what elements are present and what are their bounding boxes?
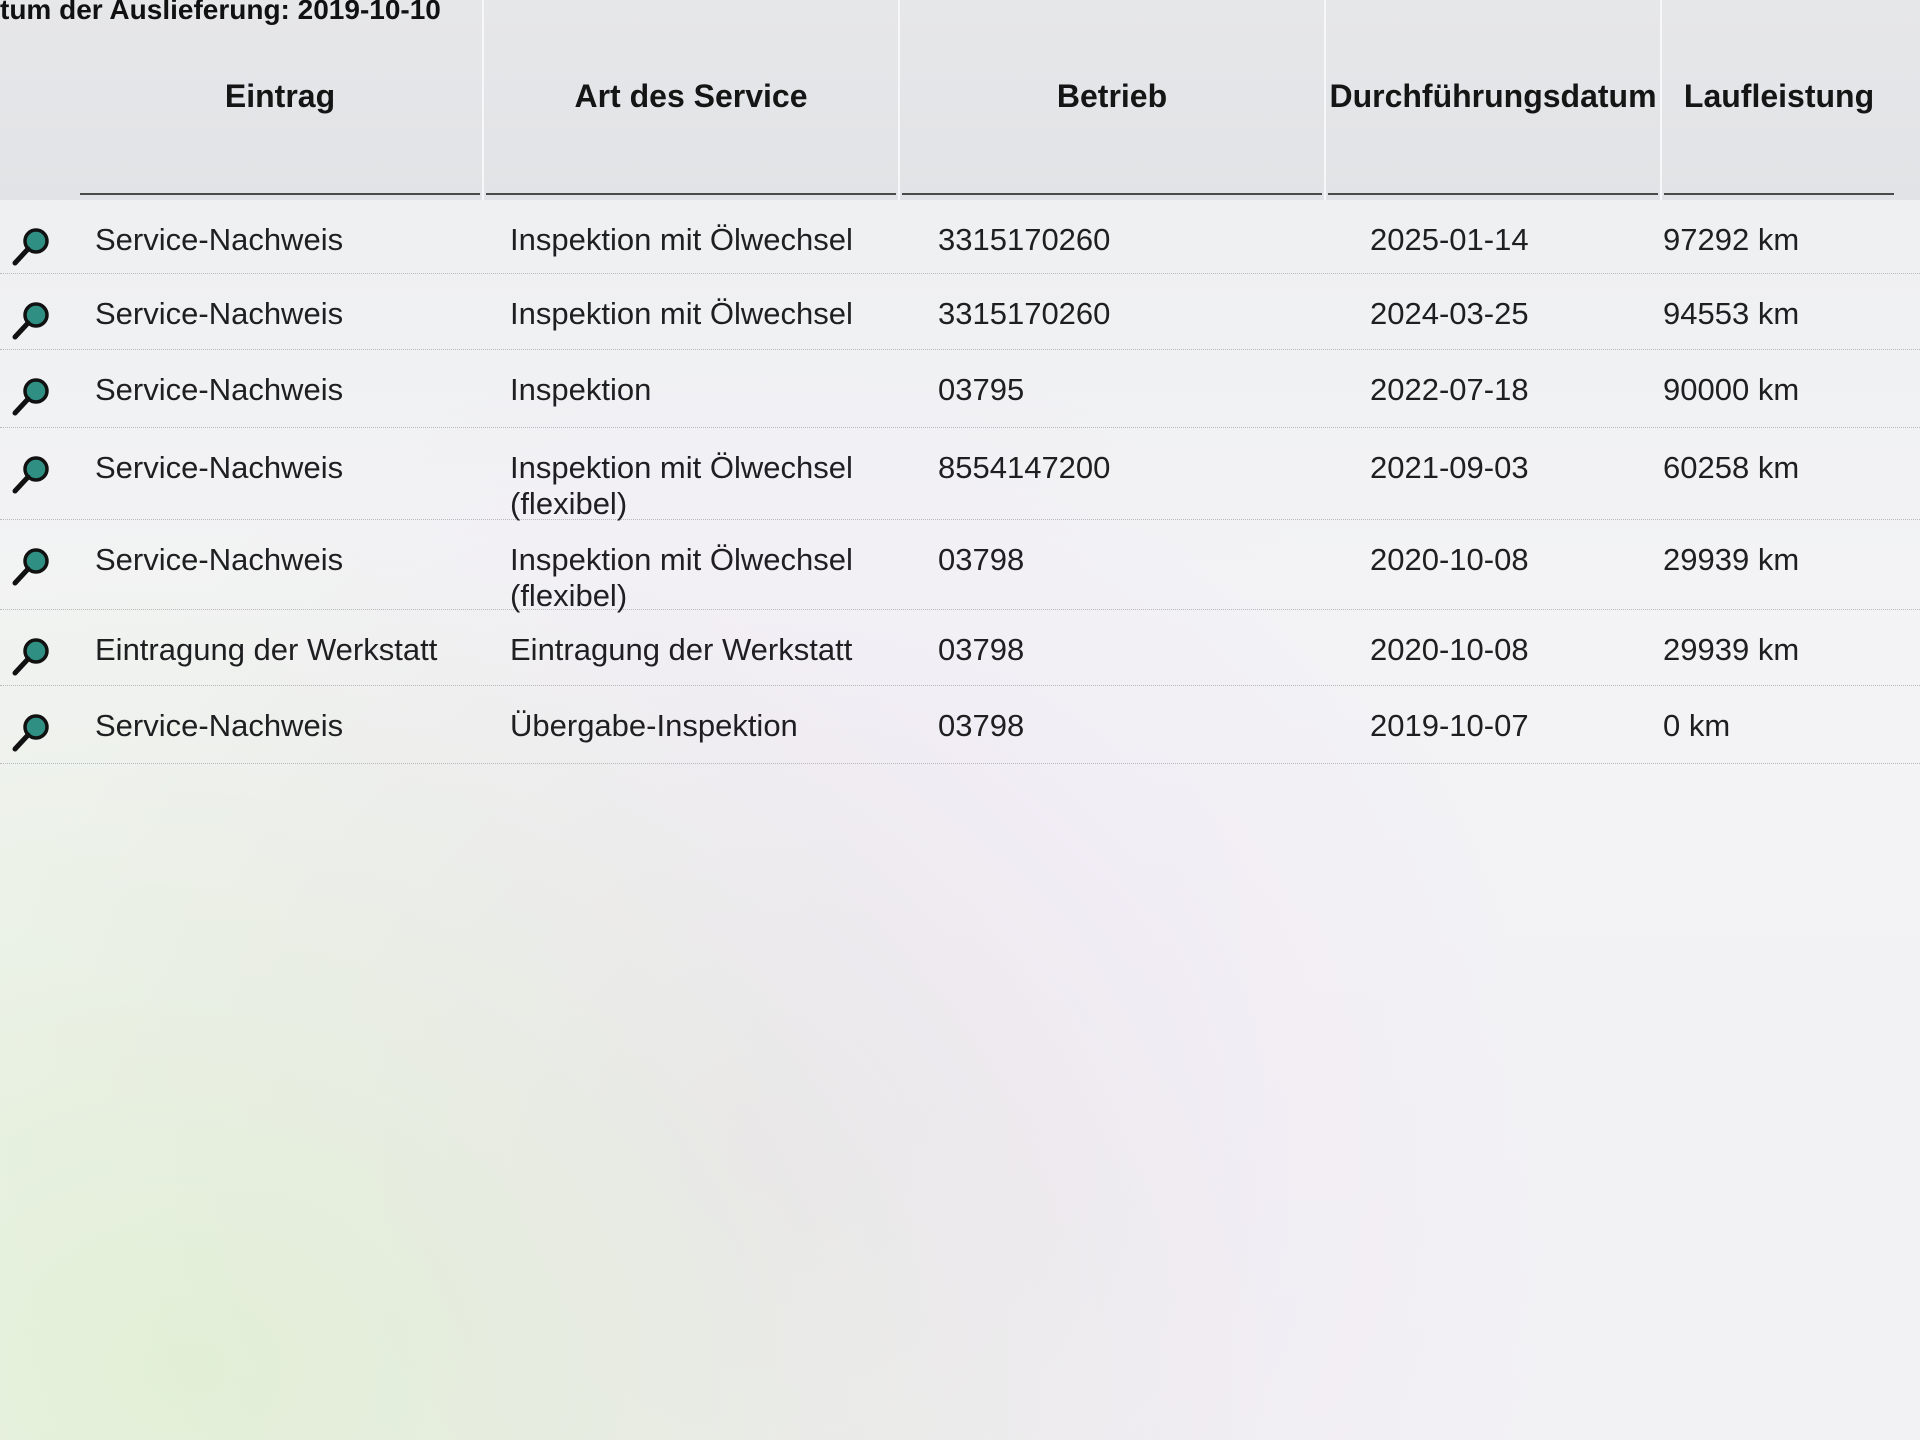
magnifier-icon[interactable]: [10, 710, 54, 754]
table-row: Service-Nachweis Übergabe-Inspektion 037…: [0, 686, 1920, 764]
header-separator: [1324, 0, 1326, 200]
magnifier-icon[interactable]: [10, 544, 54, 588]
header-mileage: Laufleistung: [1664, 0, 1894, 195]
mileage-cell: 90000 km: [1663, 372, 1800, 407]
service-cell: Eintragung der Werkstatt: [510, 632, 890, 668]
service-line: Übergabe-Inspektion: [510, 708, 798, 743]
service-line: Inspektion mit Ölwechsel: [510, 450, 853, 485]
mileage-cell: 0 km: [1663, 708, 1731, 743]
entry-cell: Service-Nachweis: [95, 222, 344, 257]
table-row: Service-Nachweis Inspektion mit Ölwechse…: [0, 200, 1920, 274]
mileage-cell: 60258 km: [1663, 450, 1800, 485]
table-row: Service-Nachweis Inspektion mit Ölwechse…: [0, 520, 1920, 613]
betrieb-cell: 8554147200: [938, 450, 1111, 485]
service-line: Inspektion mit Ölwechsel: [510, 542, 853, 577]
date-cell: 2020-10-08: [1370, 632, 1529, 667]
entry-cell: Service-Nachweis: [95, 450, 344, 485]
mileage-cell: 94553 km: [1663, 296, 1800, 331]
date-cell: 2025-01-14: [1370, 222, 1529, 257]
service-line: (flexibel): [510, 578, 628, 613]
date-cell: 2019-10-07: [1370, 708, 1529, 743]
entry-cell: Service-Nachweis: [95, 708, 344, 743]
date-cell: 2021-09-03: [1370, 450, 1529, 485]
magnifier-icon[interactable]: [10, 374, 54, 418]
table-row: Eintragung der Werkstatt Eintragung der …: [0, 610, 1920, 686]
entry-cell: Eintragung der Werkstatt: [95, 632, 438, 667]
betrieb-cell: 3315170260: [938, 222, 1111, 257]
header-separator: [898, 0, 900, 200]
service-cell: Inspektion mit Ölwechsel (flexibel): [510, 450, 890, 522]
service-cell: Übergabe-Inspektion: [510, 708, 890, 744]
header-separator: [1660, 0, 1662, 200]
screen-background: tum der Auslieferung: 2019-10-10 Eintrag…: [0, 0, 1920, 1440]
mileage-cell: 29939 km: [1663, 632, 1800, 667]
betrieb-cell: 3315170260: [938, 296, 1111, 331]
service-cell: Inspektion mit Ölwechsel: [510, 222, 890, 258]
betrieb-cell: 03795: [938, 372, 1025, 407]
entry-cell: Service-Nachweis: [95, 542, 344, 577]
header-entry: Eintrag: [80, 0, 480, 195]
magnifier-icon[interactable]: [10, 634, 54, 678]
date-cell: 2020-10-08: [1370, 542, 1529, 577]
service-line: (flexibel): [510, 486, 628, 521]
entry-cell: Service-Nachweis: [95, 296, 344, 331]
header-date: Durchführungsdatum: [1328, 0, 1658, 195]
table-header: Eintrag Art des Service Betrieb Durchfüh…: [0, 0, 1920, 200]
service-line: Inspektion: [510, 372, 652, 407]
service-line: Eintragung der Werkstatt: [510, 632, 853, 667]
mileage-cell: 29939 km: [1663, 542, 1800, 577]
header-service: Art des Service: [486, 0, 896, 195]
mileage-cell: 97292 km: [1663, 222, 1800, 257]
magnifier-icon[interactable]: [10, 298, 54, 342]
service-cell: Inspektion: [510, 372, 890, 408]
header-betrieb: Betrieb: [902, 0, 1322, 195]
betrieb-cell: 03798: [938, 542, 1025, 577]
service-cell: Inspektion mit Ölwechsel (flexibel): [510, 542, 890, 614]
betrieb-cell: 03798: [938, 632, 1025, 667]
entry-cell: Service-Nachweis: [95, 372, 344, 407]
table-row: Service-Nachweis Inspektion mit Ölwechse…: [0, 274, 1920, 350]
table-row: Service-Nachweis Inspektion mit Ölwechse…: [0, 428, 1920, 522]
table-row: Service-Nachweis Inspektion 03795 2022-0…: [0, 350, 1920, 428]
header-separator: [482, 0, 484, 200]
magnifier-icon[interactable]: [10, 452, 54, 496]
service-cell: Inspektion mit Ölwechsel: [510, 296, 890, 332]
service-line: Inspektion mit Ölwechsel: [510, 222, 853, 257]
date-cell: 2022-07-18: [1370, 372, 1529, 407]
service-line: Inspektion mit Ölwechsel: [510, 296, 853, 331]
service-table-body: Service-Nachweis Inspektion mit Ölwechse…: [0, 200, 1920, 764]
date-cell: 2024-03-25: [1370, 296, 1529, 331]
magnifier-icon[interactable]: [10, 224, 54, 268]
betrieb-cell: 03798: [938, 708, 1025, 743]
